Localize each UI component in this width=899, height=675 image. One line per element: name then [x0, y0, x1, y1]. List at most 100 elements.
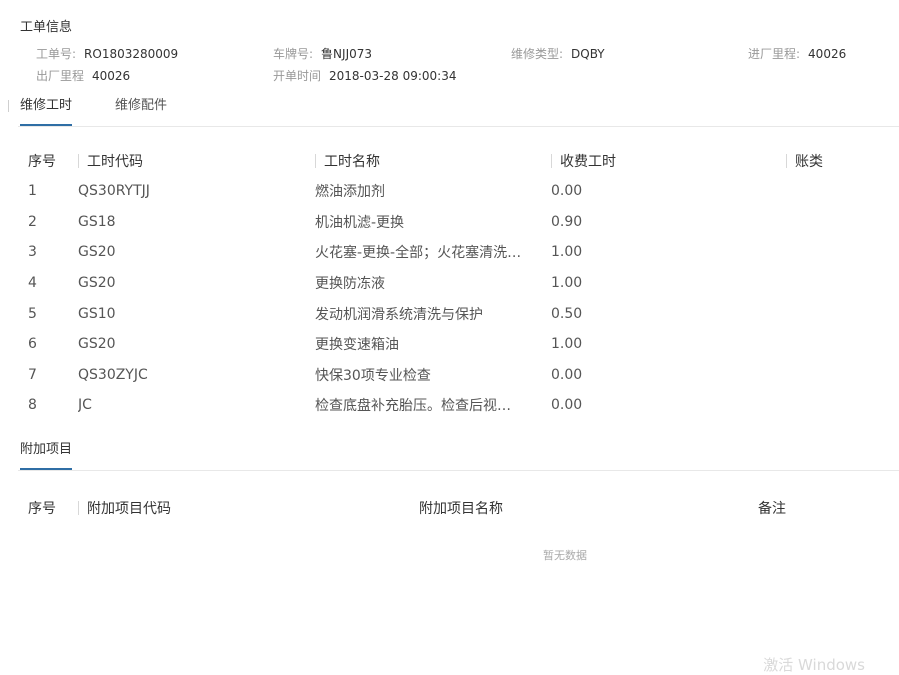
info-value: 40026	[92, 69, 131, 83]
cell-charge-hours: 0.90	[551, 213, 583, 230]
info-label: 维修类型:	[511, 47, 564, 61]
table-row[interactable]: 2 GS18 机油机滤-更换 0.90	[20, 207, 899, 238]
cell-labor-code: GS20	[78, 244, 116, 261]
cell-index: 8	[28, 397, 37, 414]
info-label: 工单号:	[36, 47, 77, 61]
table-header-row: 序号 工时代码 工时名称 收费工时 账类	[20, 146, 899, 176]
cell-labor-code: GS10	[78, 305, 116, 322]
empty-data-text: 暂无数据	[543, 549, 587, 562]
cell-index: 6	[28, 336, 37, 353]
table-header-row: 序号 附加项目代码 附加项目名称 备注	[20, 493, 899, 523]
cell-charge-hours: 1.00	[551, 275, 583, 292]
info-label: 车牌号:	[273, 47, 314, 61]
header-label: 收费工时	[560, 154, 616, 170]
cell-labor-name: 快保30项专业检查	[315, 367, 431, 384]
header-label: 附加项目名称	[419, 501, 503, 517]
cell-charge-hours: 1.00	[551, 336, 583, 353]
column-header-index: 序号	[28, 501, 56, 517]
table-row[interactable]: 8 JC 检查底盘补充胎压。检查后视… 0.00	[20, 390, 899, 421]
column-header-extra-name: 附加项目名称	[419, 493, 758, 523]
cell-labor-code: GS18	[78, 213, 116, 230]
info-exit-mileage: 出厂里程 40026	[36, 67, 130, 84]
tab-repair-parts[interactable]: 维修配件	[115, 96, 167, 124]
cell-account-type	[786, 298, 899, 329]
cell-index: 2	[28, 213, 37, 230]
info-entry-mileage: 进厂里程: 40026	[748, 45, 846, 62]
table-row[interactable]: 4 GS20 更换防冻液 1.00	[20, 268, 899, 299]
cell-account-type	[786, 329, 899, 360]
cell-charge-hours: 1.00	[551, 244, 583, 261]
cell-labor-name: 燃油添加剂	[315, 184, 385, 201]
cell-labor-name: 更换变速箱油	[315, 337, 399, 354]
column-divider[interactable]	[551, 154, 552, 168]
column-header-labor-name: 工时名称	[315, 146, 551, 176]
column-header-labor-code: 工时代码	[78, 146, 315, 176]
cell-charge-hours: 0.00	[551, 397, 583, 414]
cell-labor-code: GS20	[78, 275, 116, 292]
cell-labor-name: 发动机润滑系统清洗与保护	[315, 306, 483, 323]
table-row[interactable]: 6 GS20 更换变速箱油 1.00	[20, 329, 899, 360]
cell-charge-hours: 0.00	[551, 366, 583, 383]
info-row-2: 出厂里程 40026 开单时间 2018-03-28 09:00:34	[0, 67, 899, 85]
cell-index: 5	[28, 305, 37, 322]
info-row-1: 工单号: RO1803280009 车牌号: 鲁NJJ073 维修类型: DQBY 进…	[0, 45, 899, 63]
tab-labor-hours[interactable]: 维修工时	[20, 96, 73, 126]
info-open-time: 开单时间 2018-03-28 09:00:34	[273, 67, 456, 84]
info-plate-number: 车牌号: 鲁NJJ073	[273, 45, 372, 62]
extra-items-table: 序号 附加项目代码 附加项目名称 备注	[20, 493, 899, 523]
windows-activation-watermark: 激活 Windows	[763, 656, 865, 674]
column-divider[interactable]	[315, 154, 316, 168]
cell-index: 3	[28, 244, 37, 261]
cell-index: 1	[28, 183, 37, 200]
column-divider[interactable]	[78, 154, 79, 168]
cell-account-type	[786, 176, 899, 207]
header-label: 工时代码	[87, 154, 143, 170]
info-work-order-number: 工单号: RO1803280009	[36, 45, 178, 62]
cell-account-type	[786, 390, 899, 421]
header-label: 备注	[758, 501, 786, 517]
cell-account-type	[786, 237, 899, 268]
extra-items-tab-bar: 附加项目	[18, 440, 899, 471]
cell-labor-code: QS30RYTJJ	[78, 183, 150, 200]
cell-labor-name: 更换防冻液	[315, 276, 385, 293]
header-label: 账类	[795, 154, 823, 170]
info-label: 进厂里程:	[748, 47, 801, 61]
info-value: 40026	[808, 47, 847, 61]
cell-account-type	[786, 360, 899, 391]
column-header-extra-code: 附加项目代码	[78, 493, 419, 523]
column-header-remarks: 备注	[758, 493, 899, 523]
info-label: 出厂里程	[36, 69, 85, 83]
header-label: 工时名称	[324, 154, 380, 170]
cell-charge-hours: 0.00	[551, 183, 583, 200]
cell-labor-code: JC	[78, 397, 92, 414]
column-header-index: 序号	[28, 154, 56, 170]
cell-labor-name: 检查底盘补充胎压。检查后视…	[315, 398, 511, 415]
cell-index: 4	[28, 275, 37, 292]
tab-marker	[8, 100, 9, 112]
cell-account-type	[786, 207, 899, 238]
labor-hours-table: 序号 工时代码 工时名称 收费工时 账类 1 QS30RYTJJ 燃油添加剂 0.00…	[20, 146, 899, 421]
tab-extra-items[interactable]: 附加项目	[20, 440, 73, 470]
info-label: 开单时间	[273, 69, 322, 83]
info-value: RO1803280009	[84, 47, 179, 61]
tab-bar: 维修工时 维修配件	[18, 96, 899, 127]
info-value: 鲁NJJ073	[321, 47, 373, 61]
cell-index: 7	[28, 366, 37, 383]
cell-labor-code: GS20	[78, 336, 116, 353]
column-divider[interactable]	[78, 501, 79, 515]
info-value: DQBY	[571, 47, 605, 61]
work-order-info-title: 工单信息	[20, 20, 73, 35]
column-header-charge-hours: 收费工时	[551, 146, 786, 176]
cell-labor-name: 火花塞-更换-全部；火花塞清洗…	[315, 245, 522, 262]
table-row[interactable]: 1 QS30RYTJJ 燃油添加剂 0.00	[20, 176, 899, 207]
cell-labor-name: 机油机滤-更换	[315, 214, 405, 231]
table-row[interactable]: 5 GS10 发动机润滑系统清洗与保护 0.50	[20, 298, 899, 329]
info-repair-type: 维修类型: DQBY	[511, 45, 605, 62]
header-label: 附加项目代码	[87, 501, 171, 517]
table-row[interactable]: 7 QS30ZYJC 快保30项专业检查 0.00	[20, 360, 899, 391]
table-row[interactable]: 3 GS20 火花塞-更换-全部；火花塞清洗… 1.00	[20, 237, 899, 268]
column-header-account-type: 账类	[786, 146, 899, 176]
cell-account-type	[786, 268, 899, 299]
info-value: 2018-03-28 09:00:34	[329, 69, 457, 83]
column-divider[interactable]	[786, 154, 787, 168]
